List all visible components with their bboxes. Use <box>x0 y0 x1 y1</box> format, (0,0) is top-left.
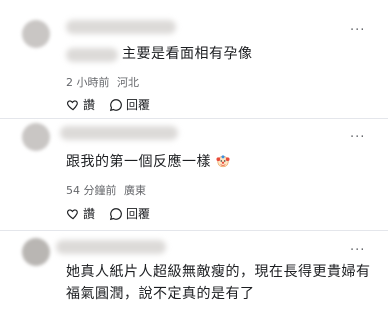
commenter-name-blurred <box>66 48 118 62</box>
reply-button[interactable]: 回覆 <box>109 96 150 113</box>
divider <box>0 230 388 231</box>
like-label: 讚 <box>83 207 96 221</box>
commenter-name-blurred[interactable] <box>66 20 176 34</box>
reply-label: 回覆 <box>126 207 151 221</box>
like-label: 讚 <box>83 98 96 112</box>
commenter-name-blurred[interactable] <box>60 126 178 140</box>
comment-location: 河北 <box>117 76 139 89</box>
speech-bubble-icon <box>109 98 122 111</box>
comment-text-line-2: 福氣圓潤，說不定真的是有了 <box>66 286 255 302</box>
speech-bubble-icon <box>109 207 122 220</box>
reply-button[interactable]: 回覆 <box>109 205 150 222</box>
like-button[interactable]: 讚 <box>66 96 95 113</box>
comment-text-line-1: 她真人紙片人超級無敵瘦的，現在長得更貴婦有 <box>66 264 371 280</box>
comment-location: 廣東 <box>124 184 146 197</box>
comment-time: 2 小時前 <box>66 76 110 89</box>
more-options-button[interactable]: ··· <box>350 131 368 144</box>
heart-icon <box>66 208 78 219</box>
comment-actions: 讚 回覆 <box>66 96 150 113</box>
more-options-button[interactable]: ··· <box>350 24 368 37</box>
clown-face-icon <box>216 155 230 168</box>
avatar[interactable] <box>22 238 50 266</box>
avatar[interactable] <box>22 123 50 151</box>
comment-actions: 讚 回覆 <box>66 205 150 222</box>
more-options-button[interactable]: ··· <box>350 244 368 257</box>
like-button[interactable]: 讚 <box>66 205 95 222</box>
heart-icon <box>66 99 78 110</box>
divider <box>0 118 388 119</box>
avatar[interactable] <box>22 20 50 48</box>
commenter-name-blurred[interactable] <box>56 240 166 254</box>
comment-text: 跟我的第一個反應一樣 <box>66 152 376 172</box>
comment-meta: 54 分鐘前 廣東 <box>66 182 150 198</box>
reply-label: 回覆 <box>126 98 151 112</box>
comment-text: 主要是看面相有孕像 <box>122 46 253 62</box>
comment-time: 54 分鐘前 <box>66 184 117 197</box>
comment-meta: 2 小時前 河北 <box>66 74 143 90</box>
